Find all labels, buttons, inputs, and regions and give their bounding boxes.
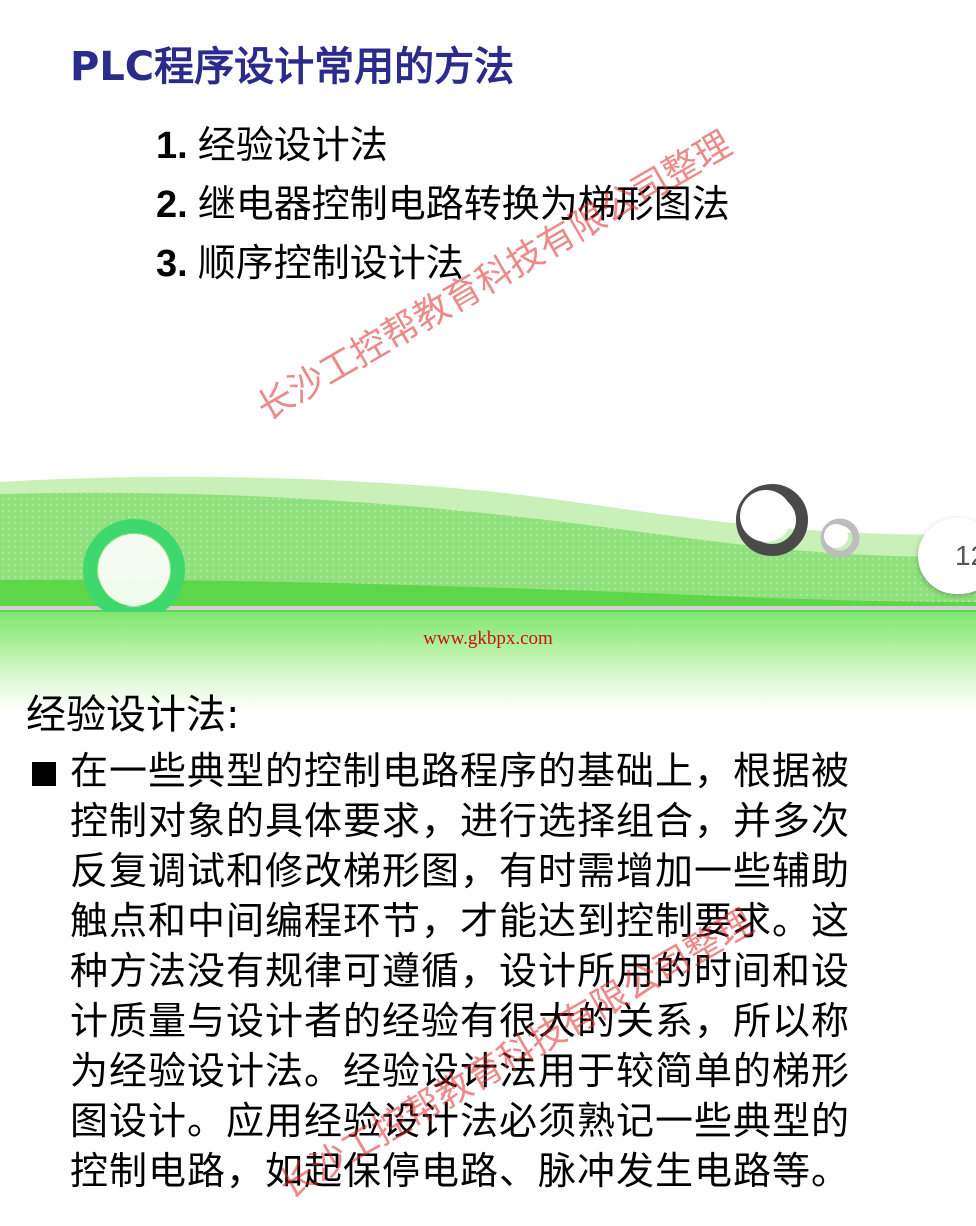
list-item: 3. 顺序控制设计法	[156, 234, 730, 293]
paragraph-line: 种方法没有规律可遵循，设计所用的时间和设	[70, 949, 851, 993]
paragraph-line: 控制电路，如起保停电路、脉冲发生电路等。	[70, 1149, 851, 1193]
description-paragraph: 在一些典型的控制电路程序的基础上，根据被 控制对象的具体要求，进行选择组合，并多…	[70, 746, 912, 1196]
list-item-number: 1.	[156, 125, 188, 167]
paragraph-line: 在一些典型的控制电路程序的基础上，根据被	[70, 749, 851, 793]
slide-title: PLC程序设计常用的方法	[70, 44, 515, 90]
slide-2: www.gkbpx.com 经验设计法: 在一些典型的控制电路程序的基础上，根据…	[0, 612, 976, 1226]
square-bullet-icon	[32, 762, 56, 786]
decorative-wave	[0, 476, 976, 612]
section-heading: 经验设计法:	[26, 692, 240, 738]
page-number: 12	[955, 540, 976, 571]
paragraph-line: 反复调试和修改梯形图，有时需增加一些辅助	[70, 849, 851, 893]
paragraph-line: 计质量与设计者的经验有很大的关系，所以称	[70, 999, 851, 1043]
paragraph-line: 为经验设计法。经验设计法用于较简单的梯形	[70, 1049, 851, 1093]
list-item: 1. 经验设计法	[156, 116, 730, 175]
website-url: www.gkbpx.com	[423, 628, 553, 649]
list-item: 2. 继电器控制电路转换为梯形图法	[156, 175, 730, 234]
list-item-text: 继电器控制电路转换为梯形图法	[197, 182, 730, 226]
list-item-text: 经验设计法	[197, 123, 388, 167]
paragraph-line: 触点和中间编程环节，才能达到控制要求。这	[70, 899, 851, 943]
slide-1: PLC程序设计常用的方法 1. 经验设计法 2. 继电器控制电路转换为梯形图法 3.…	[0, 0, 976, 612]
paragraph-line: 图设计。应用经验设计法必须熟记一些典型的	[70, 1099, 851, 1143]
method-list: 1. 经验设计法 2. 继电器控制电路转换为梯形图法 3. 顺序控制设计法	[156, 116, 730, 293]
paragraph-line: 控制对象的具体要求，进行选择组合，并多次	[70, 799, 851, 843]
list-item-text: 顺序控制设计法	[197, 241, 464, 285]
list-item-number: 3.	[156, 243, 188, 285]
list-item-number: 2.	[156, 184, 188, 226]
